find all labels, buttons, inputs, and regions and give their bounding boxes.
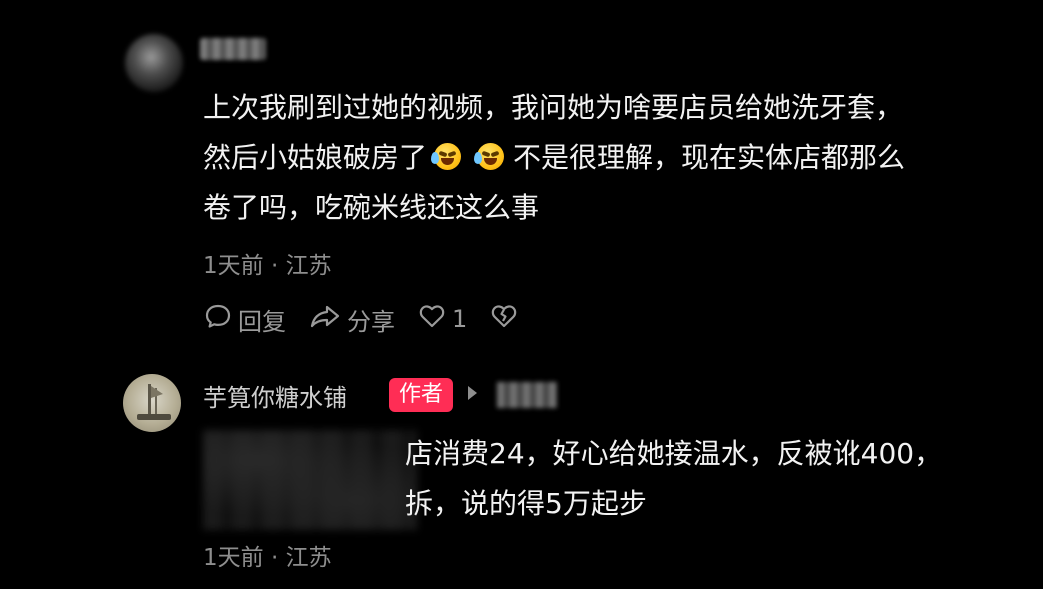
reply-label: 回复 [238,307,286,336]
author-name[interactable]: 芋筧你糖水铺 [203,378,347,413]
comment-text-line: 上次我刷到过她的视频，我问她为啥要店员给她洗牙套， [203,91,904,124]
comment-text-line: 然后小姑娘破房了 不是很理解，现在实体店都那么 [203,132,905,184]
heart-outline-icon [417,301,452,337]
share-arrow-icon [308,301,347,337]
like-button[interactable]: 1 [417,301,467,337]
avatar[interactable] [125,34,183,92]
comment-meta: 1天前 · 江苏 [203,545,332,571]
comment-text-segment: 不是很理解，现在实体店都那么 [513,141,906,174]
avatar[interactable] [123,374,181,432]
blurred-text-block [203,430,417,530]
crying-laughing-emoji-icon [474,143,505,170]
author-badge: 作者 [389,378,454,412]
like-count: 1 [452,305,468,333]
dislike-button[interactable] [489,301,524,337]
triangle-right-icon [468,386,477,400]
comment-text-segment: 然后小姑娘破房了 [203,141,428,174]
crying-laughing-emoji-icon [431,143,462,170]
share-button[interactable]: 分享 [308,301,395,337]
reply-button[interactable]: 回复 [203,301,286,337]
comment-actions: 回复 分享 1 [203,301,546,337]
comment-text-line: 拆，说的得5万起步 [405,487,647,520]
blurred-username [200,38,266,60]
comment-text-line: 店消费24，好心给她接温水，反被讹400， [405,437,943,470]
comment-text-line: 卷了吗，吃碗米线还这么事 [203,191,540,224]
blurred-reply-target [497,382,557,408]
broken-heart-icon [489,301,524,337]
comment-meta: 1天前 · 江苏 [203,253,332,279]
comment-bubble-icon [203,301,238,337]
share-label: 分享 [347,307,395,336]
